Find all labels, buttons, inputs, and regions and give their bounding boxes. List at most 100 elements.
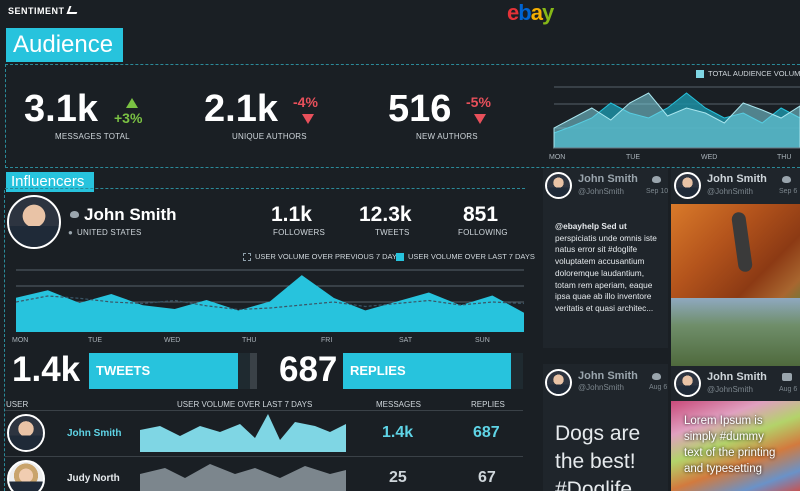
user-volume-chart <box>16 269 524 332</box>
logo-letter: e <box>507 0 519 25</box>
legend-swatch <box>243 253 251 262</box>
col-header-messages: MESSAGES <box>376 400 421 409</box>
twitter-icon <box>652 373 661 380</box>
overlay-line: simply #dummy <box>684 431 764 443</box>
tweet-line: veritatis et quasi architec... <box>555 302 654 313</box>
col-header-replies: REPLIES <box>471 400 505 409</box>
tweet-line: Dogs are <box>555 422 641 445</box>
axis-tick: WED <box>164 337 181 344</box>
audience-section-title: Audience <box>6 28 123 62</box>
twitter-icon <box>70 211 79 218</box>
axis-tick: TUE <box>626 154 640 161</box>
climber-figure <box>730 211 754 273</box>
tweet-handle: @JohnSmith <box>578 383 624 392</box>
brand-name: SENTIMENT <box>8 6 65 16</box>
divider <box>5 456 523 457</box>
avatar <box>545 369 572 396</box>
axis-tick: SAT <box>399 337 413 344</box>
metric-authors: 2.1k <box>204 88 278 131</box>
sparkline-area <box>140 414 346 452</box>
influencer-location: UNITED STATES <box>77 228 142 237</box>
metric-delta: +3% <box>114 110 143 126</box>
axis-tick: THU <box>242 337 257 344</box>
avatar <box>674 370 701 397</box>
metric-new-authors: 516 <box>388 88 451 131</box>
audience-chart-legend: TOTAL AUDIENCE VOLUME O <box>696 69 800 79</box>
tweet-date: Aug 6 <box>779 386 798 393</box>
metric-label: MESSAGES TOTAL <box>55 132 130 141</box>
replies-total: 687 <box>279 350 338 389</box>
tweet-photo[interactable] <box>671 204 800 366</box>
axis-tick: THU <box>777 154 792 161</box>
avatar <box>674 172 701 199</box>
sentiment-logo: SENTIMENT <box>8 6 79 16</box>
tweet-author[interactable]: John Smith <box>707 371 767 383</box>
tweet-date: Aug 6 <box>649 384 668 391</box>
replies-bar-remainder <box>511 353 523 389</box>
avatar[interactable] <box>7 195 61 249</box>
row-replies: 67 <box>478 469 496 486</box>
tweets-total: 1.4k <box>12 350 81 389</box>
tweet-author[interactable]: John Smith <box>578 370 638 382</box>
axis-tick: TUE <box>88 337 102 344</box>
col-header-volume: USER VOLUME OVER LAST 7 DAYS <box>177 400 313 409</box>
followers-label: FOLLOWERS <box>273 228 326 237</box>
trend-up-icon <box>126 98 138 108</box>
tweet-line: @ebayhelp Sed ut <box>555 221 627 231</box>
tweet-body: Dogs are the best! #Doglife <box>555 420 640 491</box>
col-header-user: USER <box>6 400 29 409</box>
logo-letter: y <box>541 0 554 25</box>
metric-messages: 3.1k <box>24 88 98 131</box>
axis-tick: WED <box>701 154 718 161</box>
row-sparkline <box>140 414 346 452</box>
tweets-bar-fill: TWEETS <box>89 353 238 389</box>
logo-letter: b <box>518 0 531 25</box>
row-messages: 25 <box>389 469 407 486</box>
overlay-line: and typesetting <box>684 463 763 475</box>
tweet-body: @ebayhelp Sed ut perspiciatis unde omnis… <box>555 221 665 315</box>
overlay-line: Lorem Ipsum is <box>684 415 763 427</box>
tweet-date: Sep 10 <box>646 188 669 195</box>
divider <box>5 410 523 411</box>
twitter-icon <box>782 176 791 183</box>
row-user-name[interactable]: Judy North <box>67 473 120 484</box>
trend-down-icon <box>474 114 486 124</box>
avatar <box>7 414 45 452</box>
tweet-handle: @JohnSmith <box>707 385 753 394</box>
tweet-line: the best! <box>555 450 636 473</box>
metric-value: 3.1k <box>24 88 98 130</box>
tweet-line: voluptatem accusantium <box>555 256 645 267</box>
following-label: FOLLOWING <box>458 228 508 237</box>
axis-tick: FRI <box>321 337 333 344</box>
overlay-line: text of the printing <box>684 447 776 459</box>
row-sparkline <box>140 464 346 491</box>
audience-volume-chart <box>553 86 800 149</box>
row-replies: 687 <box>473 424 500 441</box>
divider <box>5 188 525 189</box>
youtube-icon <box>782 373 792 381</box>
tweet-date: Sep 6 <box>779 188 798 195</box>
sparkline-area <box>140 464 346 491</box>
tweet-author[interactable]: John Smith <box>578 173 638 185</box>
series-last-7-days-area <box>16 275 524 332</box>
axis-tick: SUN <box>475 337 490 344</box>
landscape-background <box>671 298 800 366</box>
metric-delta: -5% <box>466 94 491 110</box>
tweet-line: ipsa quae ab illo inventore <box>555 291 652 302</box>
ebay-logo: ebay <box>507 0 554 26</box>
tweet-line: natus error sit #doglife <box>555 244 638 255</box>
influencers-section-title: Influencers <box>6 172 94 192</box>
tweets-count: 12.3k <box>359 203 412 226</box>
axis-tick: MON <box>549 154 566 161</box>
tweet-author[interactable]: John Smith <box>707 173 767 185</box>
metric-value: 2.1k <box>204 88 278 130</box>
tweet-line: perspiciatis unde omnis iste <box>555 232 657 243</box>
legend-swatch <box>696 70 704 79</box>
legend-label: USER VOLUME OVER PREVIOUS 7 DAYS <box>255 252 402 261</box>
row-messages: 1.4k <box>382 424 414 441</box>
followers-count: 1.1k <box>271 203 312 226</box>
tweets-bar-remainder <box>238 353 250 389</box>
tweets-label: TWEETS <box>375 228 410 237</box>
influencer-name[interactable]: John Smith <box>84 205 177 225</box>
row-user-name[interactable]: John Smith <box>67 428 121 439</box>
